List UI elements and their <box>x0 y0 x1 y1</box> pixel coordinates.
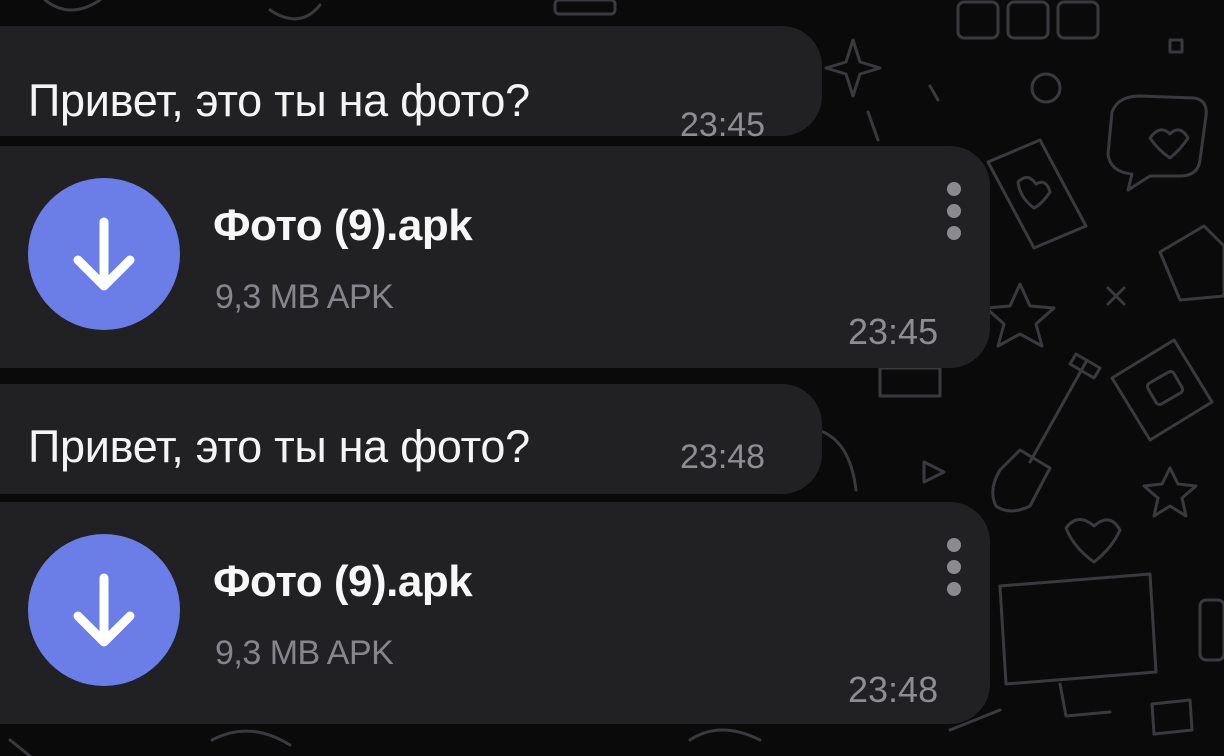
more-options-button[interactable] <box>940 182 968 252</box>
file-name: Фото (9).apk <box>213 557 473 606</box>
file-message-bubble[interactable]: Фото (9).apk 9,3 MB APK 23:48 <box>0 502 990 724</box>
message-bubble[interactable]: Привет, это ты на фото? 23:48 <box>0 384 822 494</box>
more-options-button[interactable] <box>940 538 968 608</box>
file-name: Фото (9).apk <box>213 201 473 250</box>
message-time: 23:48 <box>848 669 939 710</box>
file-message-bubble[interactable]: Фото (9).apk 9,3 MB APK 23:45 <box>0 146 990 368</box>
message-time: 23:45 <box>680 106 766 144</box>
message-time: 23:48 <box>680 438 766 476</box>
more-vertical-icon <box>947 538 961 552</box>
download-button[interactable] <box>28 534 180 686</box>
message-bubble[interactable]: Привет, это ты на фото? 23:45 <box>0 26 822 142</box>
download-arrow-icon <box>73 573 135 647</box>
download-arrow-icon <box>73 217 135 291</box>
file-size-type: 9,3 MB APK <box>215 278 394 316</box>
message-time: 23:45 <box>848 311 939 352</box>
message-text: Привет, это ты на фото? <box>28 75 530 126</box>
more-vertical-icon <box>947 182 961 196</box>
download-button[interactable] <box>28 178 180 330</box>
file-size-type: 9,3 MB APK <box>215 634 394 672</box>
message-text: Привет, это ты на фото? <box>28 421 530 472</box>
